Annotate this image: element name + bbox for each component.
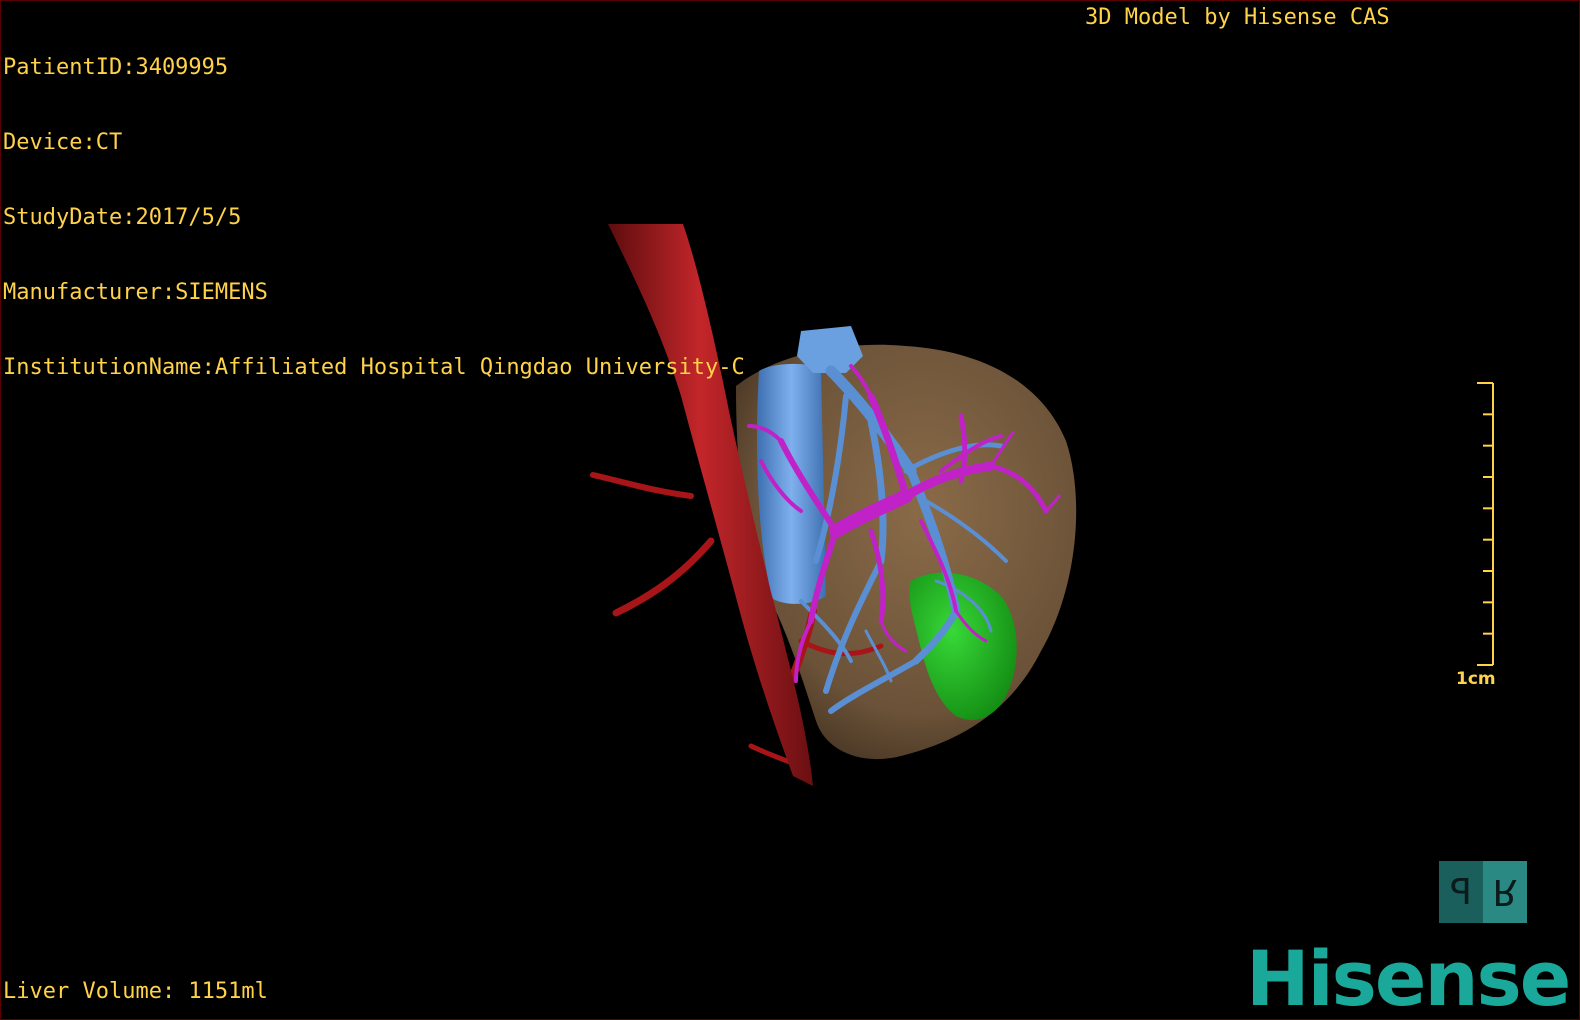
study-date: StudyDate:2017/5/5 — [3, 205, 242, 230]
orientation-face-right: R — [1483, 861, 1527, 923]
scale-bar — [1477, 382, 1494, 666]
orientation-face-posterior: P — [1439, 861, 1483, 923]
scale-label: 1cm — [1456, 669, 1496, 689]
liver-volume-readout: Liver Volume: 1151ml — [3, 979, 268, 1004]
dicom-metadata-overlay: PatientID:3409995 Device:CT StudyDate:20… — [3, 5, 745, 430]
patient-id: PatientID:3409995 — [3, 55, 229, 80]
institution-name: InstitutionName:Affiliated Hospital Qing… — [3, 355, 745, 380]
hisense-logo: Hisense — [1246, 934, 1571, 1020]
orientation-cube[interactable]: P R — [1439, 861, 1527, 923]
device-type: Device:CT — [3, 130, 123, 155]
3d-render-viewport[interactable]: PatientID:3409995 Device:CT StudyDate:20… — [0, 0, 1580, 1020]
manufacturer: Manufacturer:SIEMENS — [3, 280, 268, 305]
model-credit: 3D Model by Hisense CAS — [1085, 5, 1390, 30]
